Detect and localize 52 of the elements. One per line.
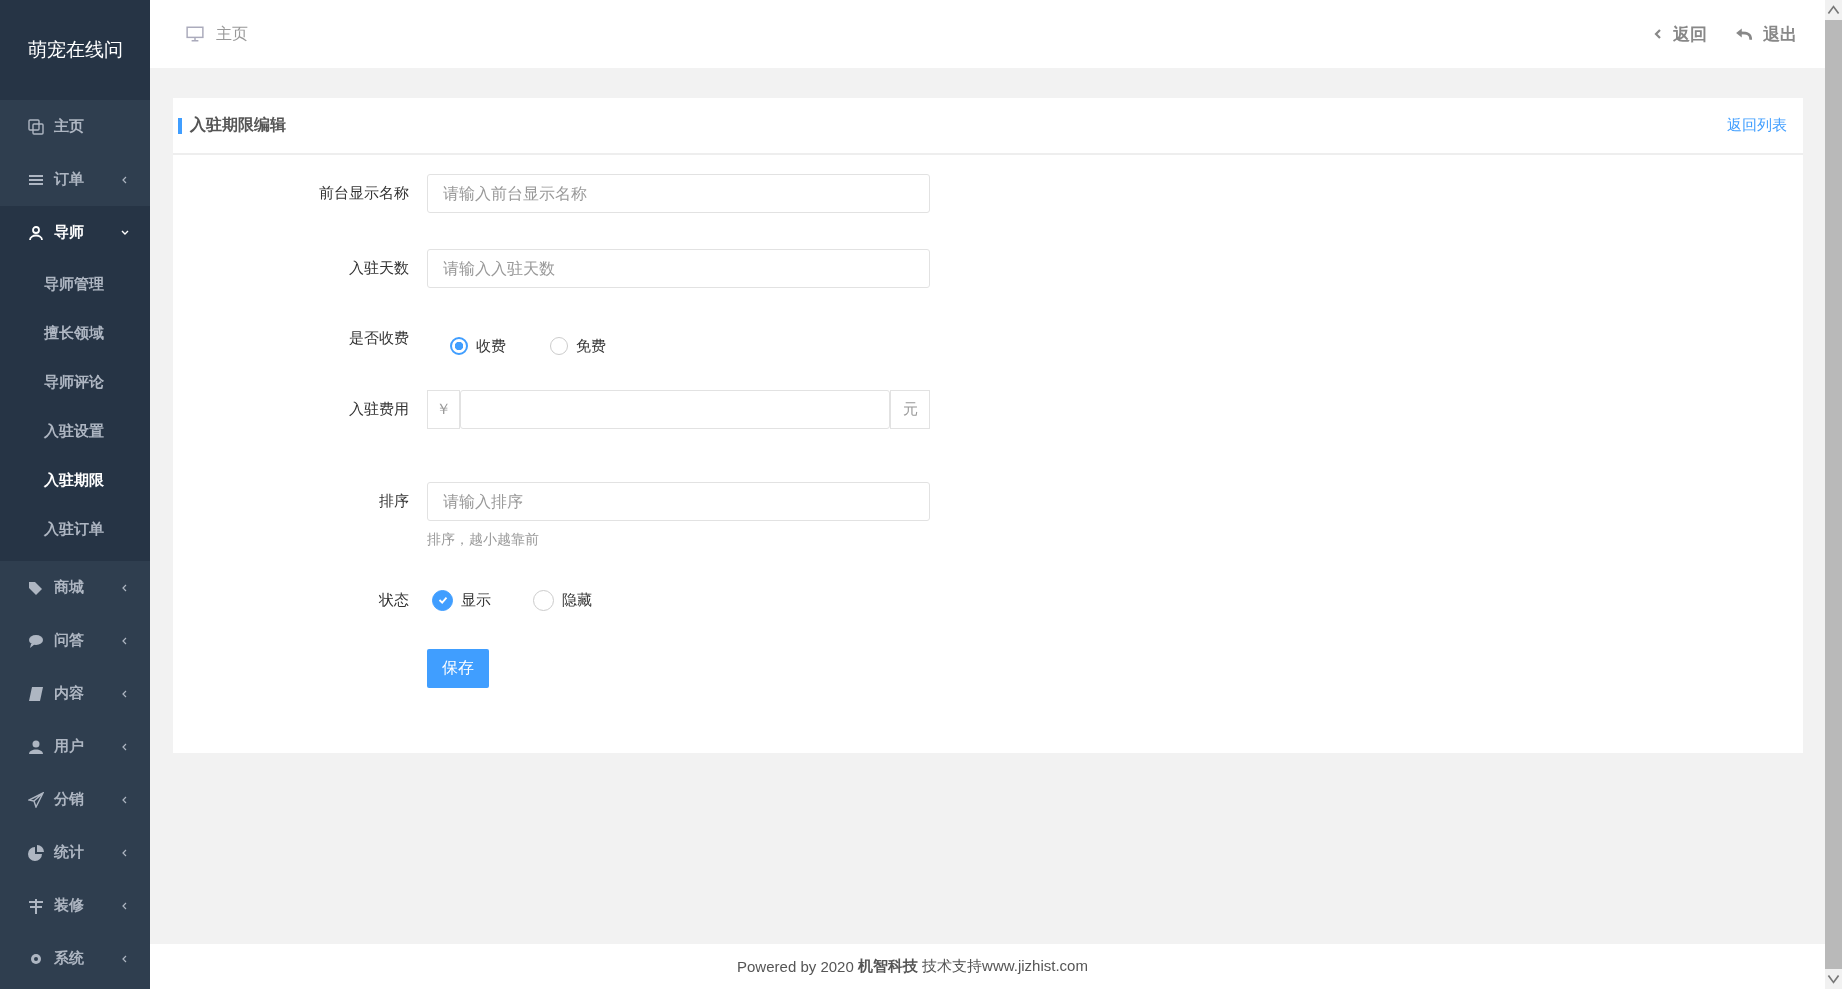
sidebar-menu-item[interactable]: 问答 [0,614,150,667]
radio-option[interactable]: 显示 [432,589,491,611]
field-label: 入驻费用 [348,399,410,419]
help-text: 排序，越小越靠前 [427,531,540,549]
signpost-icon [28,897,44,914]
radio-option[interactable]: 隐藏 [533,589,592,611]
field-label: 是否收费 [348,328,410,348]
field-label: 排序 [378,491,410,511]
back-link[interactable]: 返回 [1653,22,1707,46]
sidebar-menu-item[interactable]: 系统 [0,932,150,985]
radio-option[interactable]: 免费 [550,336,606,356]
reply-arrow-icon [1735,27,1753,41]
field-label: 前台显示名称 [318,183,410,203]
monitor-icon [186,25,204,43]
title-accent-bar [178,117,182,134]
sidebar-menu-item[interactable]: 导师 [0,206,150,259]
card-title: 入驻期限编辑 [190,115,286,135]
footer-text: Powered by 2020 机智科技 技术支持www.jizhist.com [150,944,1825,989]
app-title: 萌宠在线问 [27,38,123,62]
input-field[interactable]: 请输入入驻天数 [427,249,930,288]
currency-prefix: ￥ [427,390,460,429]
sidebar-submenu-item[interactable]: 擅长领域 [0,308,150,357]
sidebar-menu-item[interactable]: 装修 [0,879,150,932]
back-to-list-link[interactable]: 返回列表 [1727,116,1787,135]
sidebar-menu-item[interactable]: 内容 [0,667,150,720]
save-button[interactable]: 保存 [427,649,489,688]
user-icon [28,738,44,755]
sidebar-submenu-item[interactable]: 导师评论 [0,357,150,406]
sidebar-menu-item[interactable]: 商城 [0,561,150,614]
sidebar-submenu-item[interactable]: 入驻订单 [0,504,150,553]
radio-option[interactable]: 收费 [450,336,506,356]
sidebar-menu-item[interactable]: 统计 [0,826,150,879]
pie-chart-icon [28,844,44,861]
field-label: 状态 [378,590,410,610]
sidebar-submenu-item[interactable]: 入驻设置 [0,406,150,455]
input-field[interactable] [460,390,890,429]
paper-plane-icon [28,791,44,808]
field-label: 入驻天数 [348,258,410,278]
user-icon [28,224,44,241]
comment-icon [28,632,44,649]
unit-suffix: 元 [890,390,930,429]
breadcrumb[interactable]: 主页 [216,23,248,45]
copy-icon [28,118,44,135]
input-field[interactable]: 请输入前台显示名称 [427,174,930,213]
sidebar-submenu-item[interactable]: 入驻期限 [0,455,150,504]
input-field[interactable]: 请输入排序 [427,482,930,521]
sidebar-menu-item[interactable]: 分销 [0,773,150,826]
logout-link[interactable]: 退出 [1735,22,1797,46]
chevron-left-icon [1653,27,1663,41]
tag-icon [28,579,44,596]
sidebar-menu-item[interactable]: 用户 [0,720,150,773]
sidebar-submenu-item[interactable]: 导师管理 [0,259,150,308]
